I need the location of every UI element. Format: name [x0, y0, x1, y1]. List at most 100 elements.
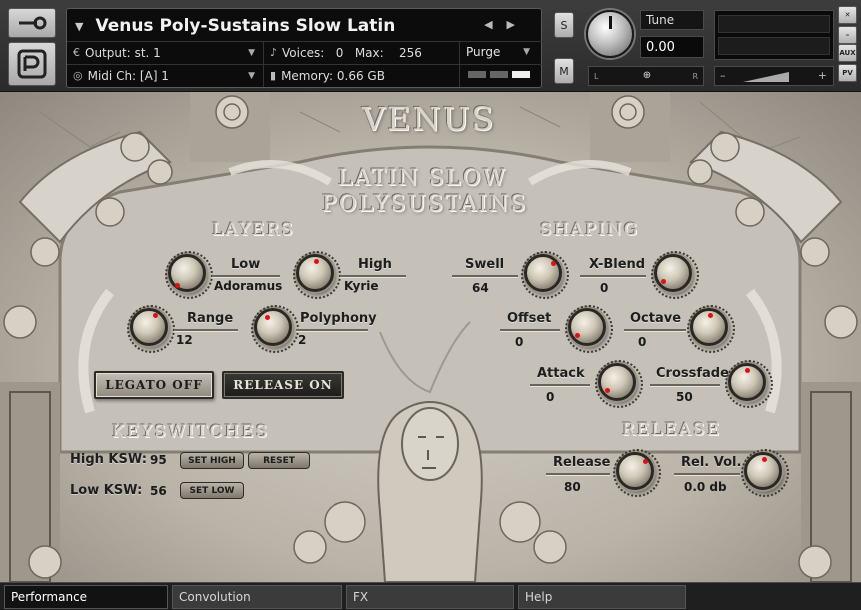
release-knob[interactable]	[613, 449, 661, 497]
mute-button[interactable]: M	[554, 58, 574, 84]
instrument-panel: VENUS LATIN SLOW POLYSUSTAINS LAYERS SHA…	[0, 92, 861, 582]
octave-knob[interactable]	[687, 305, 735, 353]
meter-segment	[512, 71, 530, 78]
tab-fx[interactable]: FX	[346, 585, 514, 609]
tab-bar: Performance Convolution FX Help	[0, 582, 861, 610]
release-label: Release	[553, 455, 611, 470]
release-toggle-button[interactable]: RELEASE ON	[222, 371, 344, 399]
tune-knob[interactable]	[586, 10, 634, 58]
layers-title: LAYERS	[212, 220, 295, 240]
output-icon: €	[73, 46, 80, 59]
high-layer-knob[interactable]	[293, 251, 341, 299]
divider	[212, 275, 280, 277]
octave-label: Octave	[630, 311, 682, 326]
memory-display: ▮ Memory: 0.66 GB	[264, 64, 460, 87]
range-knob[interactable]	[127, 305, 175, 353]
divider	[500, 329, 560, 331]
divider	[174, 329, 238, 331]
chevron-down-icon: ▼	[248, 70, 255, 81]
legato-toggle-button[interactable]: LEGATO OFF	[94, 371, 214, 399]
instrument-name-row[interactable]: ▼ Venus Poly-Sustains Slow Latin ◀▶	[75, 13, 535, 39]
swell-value: 64	[472, 281, 489, 295]
swell-knob[interactable]	[521, 251, 569, 299]
set-low-button[interactable]: SET LOW	[180, 482, 244, 499]
low-ksw-label: Low KSW:	[70, 483, 143, 498]
rel-vol-knob[interactable]	[741, 449, 789, 497]
range-label: Range	[187, 311, 234, 326]
output-selector[interactable]: € Output: st. 1 ▼	[67, 41, 264, 64]
instrument-name: Venus Poly-Sustains Slow Latin	[95, 16, 396, 36]
polyphony-value: 2	[298, 333, 307, 347]
tune-label: Tune	[640, 10, 704, 30]
offset-knob[interactable]	[565, 305, 613, 353]
high-ksw-value: 95	[150, 453, 167, 467]
pan-slider[interactable]: L ⊕ R	[588, 66, 704, 86]
memory-icon: ▮	[270, 69, 277, 82]
xblend-label: X-Blend	[589, 257, 646, 272]
purge-dropdown[interactable]: Purge ▼	[460, 41, 540, 63]
prev-next-arrows-icon[interactable]: ◀▶	[484, 18, 529, 31]
polyphony-label: Polyphony	[300, 311, 377, 326]
tab-help[interactable]: Help	[518, 585, 686, 609]
offset-value: 0	[515, 335, 524, 349]
dp-logo-icon[interactable]	[8, 42, 56, 86]
pan-thumb-icon[interactable]: ⊕	[641, 70, 653, 82]
crossfade-label: Crossfade	[656, 366, 729, 381]
divider	[580, 275, 646, 277]
tab-performance[interactable]: Performance	[4, 585, 168, 609]
voices-icon: ♪	[270, 46, 278, 59]
low-layer-label: Low	[231, 257, 261, 272]
crossfade-value: 50	[676, 390, 693, 404]
attack-knob[interactable]	[595, 360, 643, 408]
high-layer-label: High	[358, 257, 392, 272]
reset-button[interactable]: RESET	[248, 452, 310, 469]
divider	[452, 275, 518, 277]
shaping-title: SHAPING	[540, 220, 640, 240]
low-ksw-value: 56	[150, 484, 167, 498]
subtitle-line2: POLYSUSTAINS	[322, 192, 528, 217]
attack-label: Attack	[537, 366, 585, 381]
subtitle-line1: LATIN SLOW	[338, 166, 508, 191]
rel-vol-value: 0.0 db	[684, 480, 727, 494]
tab-convolution[interactable]: Convolution	[172, 585, 342, 609]
aux-button[interactable]: AUX	[838, 44, 857, 62]
instrument-info-panel: ▼ Venus Poly-Sustains Slow Latin ◀▶ € Ou…	[66, 8, 543, 88]
high-ksw-label: High KSW:	[70, 452, 147, 467]
purge-area: Purge ▼	[460, 41, 542, 87]
minimize-icon[interactable]: –	[838, 26, 857, 44]
swell-label: Swell	[465, 257, 505, 272]
chevron-down-icon: ▼	[523, 47, 530, 57]
divider	[340, 275, 406, 277]
meter-segment	[490, 71, 508, 78]
range-value: 12	[176, 333, 193, 347]
divider	[546, 473, 610, 475]
divider	[624, 329, 686, 331]
level-meter	[714, 10, 834, 60]
set-high-button[interactable]: SET HIGH	[180, 452, 244, 469]
solo-button[interactable]: S	[554, 12, 574, 38]
level-meter-left	[718, 15, 830, 33]
midi-channel-selector[interactable]: ◎ Midi Ch: [A] 1 ▼	[67, 64, 264, 87]
attack-value: 0	[546, 390, 555, 404]
meter-segment	[468, 71, 486, 78]
crossfade-knob[interactable]	[725, 360, 773, 408]
tune-value[interactable]: 0.00	[640, 36, 704, 58]
offset-label: Offset	[507, 311, 552, 326]
wrench-icon[interactable]	[8, 8, 56, 38]
max-voices-value[interactable]: 256	[399, 46, 422, 60]
purge-meters	[468, 71, 530, 78]
pv-button[interactable]: PV	[838, 64, 857, 82]
close-icon[interactable]: ✕	[838, 6, 857, 24]
low-layer-knob[interactable]	[165, 251, 213, 299]
level-meter-right	[718, 37, 830, 55]
divider	[650, 384, 720, 386]
xblend-knob[interactable]	[651, 251, 699, 299]
release-value: 80	[564, 480, 581, 494]
xblend-value: 0	[600, 281, 609, 295]
collapse-triangle-icon[interactable]: ▼	[75, 20, 83, 33]
brand-title: VENUS	[362, 100, 496, 138]
polyphony-knob[interactable]	[251, 305, 299, 353]
volume-slider[interactable]: – +	[714, 66, 834, 86]
chevron-down-icon: ▼	[248, 47, 255, 58]
release-title: RELEASE	[622, 420, 722, 440]
